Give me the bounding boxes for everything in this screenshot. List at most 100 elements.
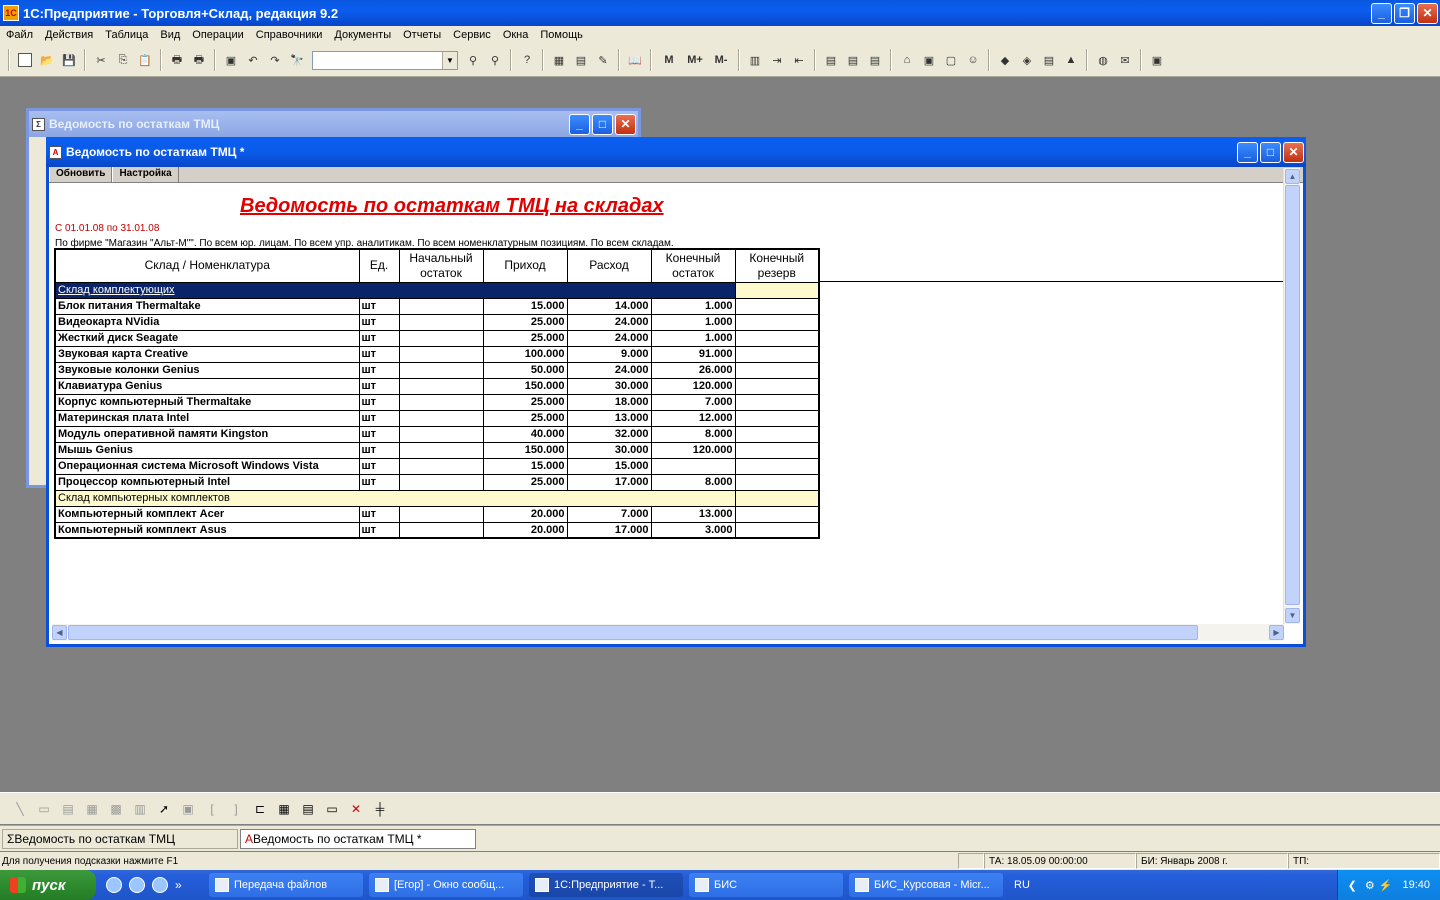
task-word[interactable]: БИС_Курсовая - Micr... <box>849 873 1003 897</box>
export-icon[interactable]: ⇤ <box>790 51 808 69</box>
bracket-left-icon[interactable]: [ <box>203 800 221 818</box>
pointer-icon[interactable]: ➚ <box>155 800 173 818</box>
rect-tool-icon[interactable]: ▭ <box>35 800 53 818</box>
chart-tool-icon[interactable]: ▥ <box>131 800 149 818</box>
front-maximize-button[interactable]: □ <box>1260 141 1281 163</box>
group-row[interactable]: Склад комплектующих <box>54 281 820 299</box>
task-message-window[interactable]: [Егор] - Окно сообщ... <box>369 873 523 897</box>
table-row[interactable]: Мышь Genius шт 150.000 30.000 120.000 <box>54 441 820 459</box>
language-indicator[interactable]: RU <box>1014 879 1030 891</box>
book-icon[interactable]: 📖 <box>626 51 644 69</box>
vertical-scroll-thumb[interactable] <box>1285 185 1300 605</box>
picture-tool-icon[interactable]: ▦ <box>83 800 101 818</box>
print-preview-icon[interactable]: 🖶 <box>190 51 208 69</box>
chart-icon[interactable]: ▲ <box>1062 51 1080 69</box>
calculator-icon[interactable]: ▦ <box>550 51 568 69</box>
table-row[interactable]: Блок питания Thermaltake шт 15.000 14.000 1.… <box>54 297 820 315</box>
print-icon[interactable]: 🖶 <box>168 51 186 69</box>
bracket-right-icon[interactable]: ] <box>227 800 245 818</box>
lines-icon[interactable]: ╪ <box>371 800 389 818</box>
task-file-transfer[interactable]: Передача файлов <box>209 873 363 897</box>
chevron-down-icon[interactable]: ▼ <box>442 51 457 69</box>
menu-help[interactable]: Помощь <box>534 29 589 41</box>
edit-icon[interactable]: ▣ <box>222 51 240 69</box>
ole-tool-icon[interactable]: ▩ <box>107 800 125 818</box>
waybill-icon[interactable]: ▤ <box>844 51 862 69</box>
menu-operations[interactable]: Операции <box>186 29 249 41</box>
table-row[interactable]: Звуковые колонки Genius шт 50.000 24.000 26.… <box>54 361 820 379</box>
tray-app-icon[interactable]: ⚙ <box>1365 879 1375 892</box>
table-row[interactable]: Компьютерный комплект Asus шт 20.000 17.000… <box>54 521 820 539</box>
menu-table[interactable]: Таблица <box>99 29 154 41</box>
ie-icon[interactable] <box>106 877 122 893</box>
menu-documents[interactable]: Документы <box>328 29 397 41</box>
table-row[interactable]: Компьютерный комплект Acer шт 20.000 7.000 1… <box>54 505 820 523</box>
scroll-right-icon[interactable]: ▶ <box>1269 625 1284 640</box>
document-icon[interactable]: ▢ <box>942 51 960 69</box>
find-icon[interactable]: 🔭 <box>288 51 306 69</box>
price-tag-icon[interactable]: ◆ <box>996 51 1014 69</box>
refresh-button[interactable]: Обновить <box>49 167 113 182</box>
grid-icon[interactable]: ▦ <box>275 800 293 818</box>
table-row[interactable]: Жесткий диск Seagate шт 25.000 24.000 1.000 <box>54 329 820 347</box>
menu-windows[interactable]: Окна <box>497 29 535 41</box>
undo-icon[interactable]: ↶ <box>244 51 262 69</box>
table-icon[interactable]: ▤ <box>299 800 317 818</box>
import-icon[interactable]: ⇥ <box>768 51 786 69</box>
chevron-right-icon[interactable]: » <box>175 878 182 892</box>
globe-icon[interactable]: ◍ <box>1094 51 1112 69</box>
media-icon[interactable] <box>129 877 145 893</box>
horizontal-scrollbar[interactable]: ◀ ▶ <box>52 624 1284 641</box>
open-folder-icon[interactable]: 📂 <box>38 51 56 69</box>
memory-m-button[interactable]: M <box>658 51 680 69</box>
front-close-button[interactable]: ✕ <box>1283 141 1304 163</box>
table-row[interactable]: Корпус компьютерный Thermaltake шт 25.000 1… <box>54 393 820 411</box>
app-minimize-button[interactable]: _ <box>1371 2 1392 24</box>
new-document-icon[interactable] <box>16 51 34 69</box>
messenger-icon[interactable] <box>152 877 168 893</box>
warehouse-icon[interactable]: ⌂ <box>898 51 916 69</box>
copy-icon[interactable]: ⎘ <box>114 51 132 69</box>
order-icon[interactable]: ⊏ <box>251 800 269 818</box>
text-tool-icon[interactable]: ▤ <box>59 800 77 818</box>
redo-icon[interactable]: ↷ <box>266 51 284 69</box>
window-tab-2[interactable]: A Ведомость по остаткам ТМЦ * <box>240 828 476 849</box>
magic-icon[interactable]: ✎ <box>594 51 612 69</box>
find-prev-icon[interactable]: ⚲ <box>486 51 504 69</box>
task-1c[interactable]: 1С:Предприятие - Т... <box>529 873 683 897</box>
search-combo[interactable]: ▼ <box>312 50 458 70</box>
tray-app-icon[interactable]: ⚡ <box>1379 879 1393 892</box>
table-row[interactable]: Операционная система Microsoft Windows V… <box>54 457 820 475</box>
menu-references[interactable]: Справочники <box>250 29 329 41</box>
menu-view[interactable]: Вид <box>154 29 186 41</box>
vertical-scrollbar[interactable]: ▲ ▼ <box>1283 168 1300 624</box>
memory-m-minus-button[interactable]: M- <box>710 51 732 69</box>
scroll-down-icon[interactable]: ▼ <box>1285 608 1300 623</box>
register-icon[interactable]: ▣ <box>920 51 938 69</box>
table-row[interactable]: Звуковая карта Creative шт 100.000 9.000 91.… <box>54 345 820 363</box>
paste-icon[interactable]: 📋 <box>136 51 154 69</box>
window-tab-1[interactable]: Σ Ведомость по остаткам ТМЦ <box>2 828 238 849</box>
menu-actions[interactable]: Действия <box>39 29 99 41</box>
task-bis-folder[interactable]: БИС <box>689 873 843 897</box>
group-icon[interactable]: ▣ <box>179 800 197 818</box>
journal-icon[interactable]: ▥ <box>746 51 764 69</box>
help-icon[interactable]: ? <box>518 51 536 69</box>
table-row[interactable]: Модуль оперативной памяти Kingston шт 40.0… <box>54 425 820 443</box>
front-report-window[interactable]: A Ведомость по остаткам ТМЦ * _ □ ✕ Обно… <box>46 137 1306 647</box>
app-close-button[interactable]: ✕ <box>1417 2 1438 24</box>
report-icon[interactable]: ▤ <box>1040 51 1058 69</box>
group-row[interactable]: Склад компьютерных комплектов <box>54 489 820 507</box>
memory-m-plus-button[interactable]: M+ <box>684 51 706 69</box>
back-maximize-button[interactable]: □ <box>592 113 613 135</box>
back-minimize-button[interactable]: _ <box>569 113 590 135</box>
invoice-icon[interactable]: ▤ <box>822 51 840 69</box>
monitor-icon[interactable]: ▣ <box>1148 51 1166 69</box>
products-icon[interactable]: ◈ <box>1018 51 1036 69</box>
delete-grid-icon[interactable]: ✕ <box>347 800 365 818</box>
receipt-icon[interactable]: ▤ <box>866 51 884 69</box>
menu-service[interactable]: Сервис <box>447 29 497 41</box>
users-icon[interactable]: ☺ <box>964 51 982 69</box>
front-minimize-button[interactable]: _ <box>1237 141 1258 163</box>
scroll-up-icon[interactable]: ▲ <box>1285 169 1300 184</box>
